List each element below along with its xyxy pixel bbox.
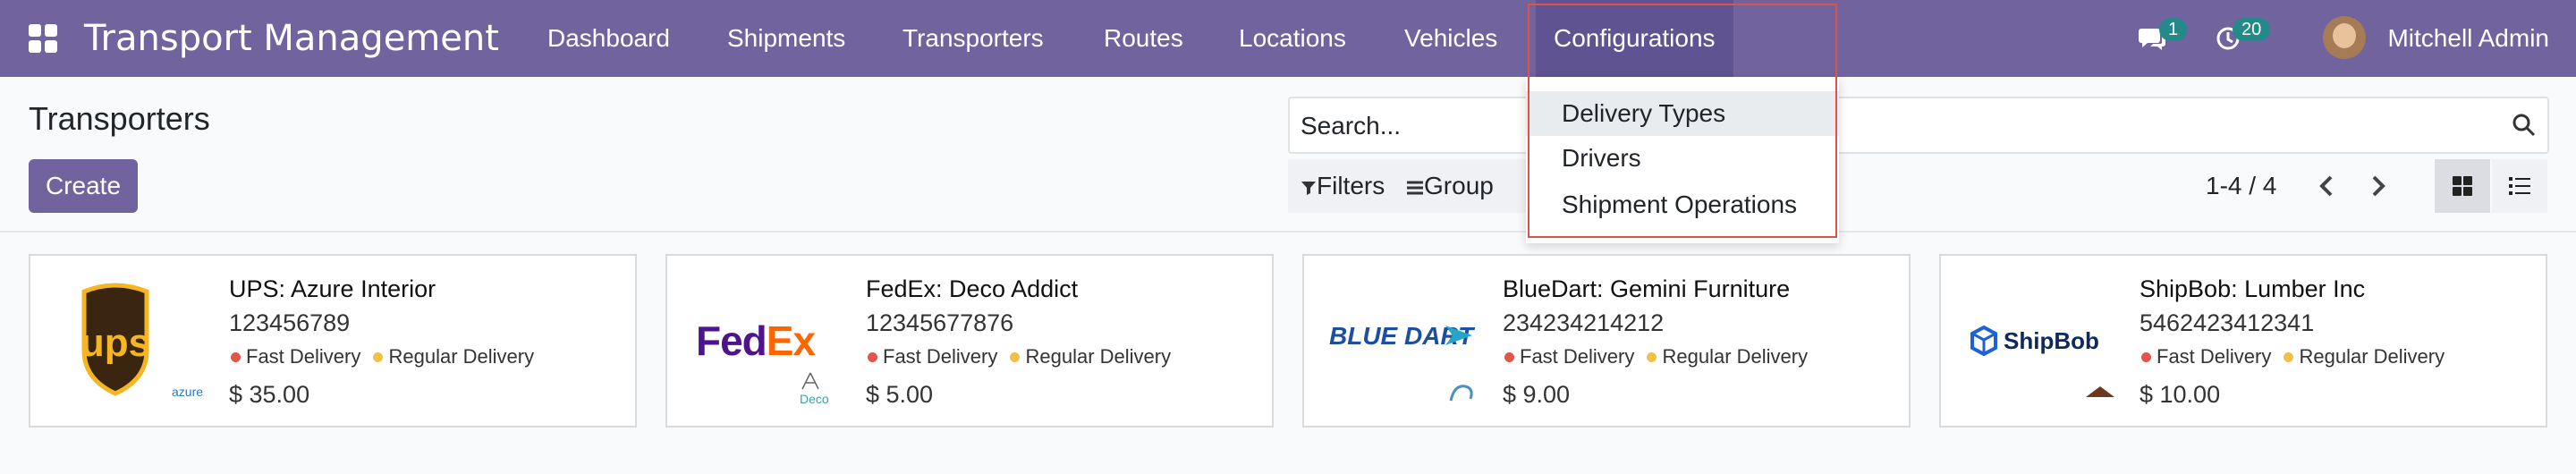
filter-icon xyxy=(1301,182,1316,195)
tag-regular-delivery: Regular Delivery xyxy=(1025,345,1172,368)
search-input[interactable] xyxy=(1299,111,2465,141)
chevron-right-icon[interactable] xyxy=(2361,170,2394,202)
app-brand[interactable]: Transport Management xyxy=(84,0,499,77)
tag-dot xyxy=(2284,351,2294,362)
tag-dot xyxy=(1010,351,1021,362)
arrow-icon xyxy=(1445,326,1472,345)
menu-item-delivery-types[interactable]: Delivery Types xyxy=(1526,91,1839,136)
tag-fast-delivery: Fast Delivery xyxy=(1520,345,1635,368)
tag-dot xyxy=(2141,351,2151,362)
card-tags: Fast Delivery Regular Delivery xyxy=(1503,345,1808,368)
azure-sub-logo: azure xyxy=(172,385,204,399)
fedex-text-fed: Fed xyxy=(696,317,767,364)
fedex-logo: FedEx Deco xyxy=(685,274,837,408)
card-number: 123456789 xyxy=(229,309,351,336)
user-avatar[interactable] xyxy=(2323,16,2366,59)
kanban-icon xyxy=(2453,176,2472,196)
card-tags: Fast Delivery Regular Delivery xyxy=(866,345,1171,368)
shipbob-logo-text: ShipBob xyxy=(2004,327,2099,354)
card-number: 234234214212 xyxy=(1503,309,1665,336)
create-button[interactable]: Create xyxy=(29,159,138,213)
tag-fast-delivery: Fast Delivery xyxy=(2157,345,2272,368)
tag-regular-delivery: Regular Delivery xyxy=(2299,345,2445,368)
menu-dashboard[interactable]: Dashboard xyxy=(530,0,688,77)
tag-dot xyxy=(1504,351,1514,362)
pager-value[interactable]: 1-4 / 4 xyxy=(2206,159,2276,213)
kanban-view-button[interactable] xyxy=(2435,159,2490,213)
search-box xyxy=(1288,97,2549,154)
chevron-left-icon[interactable] xyxy=(2311,170,2343,202)
list-view-icon xyxy=(2509,177,2530,195)
deco-mark-icon xyxy=(801,372,819,390)
tag-dot xyxy=(373,351,384,362)
deco-sub-logo: Deco xyxy=(800,392,829,406)
tag-dot xyxy=(868,351,877,362)
shipbob-cube-icon xyxy=(1970,326,1997,356)
list-icon xyxy=(1407,181,1424,195)
menu-item-drivers[interactable]: Drivers xyxy=(1526,136,1839,181)
transporter-card[interactable]: BLUE DART BlueDart: Gemini Furniture 234… xyxy=(1302,254,1911,427)
messages-button[interactable]: 1 xyxy=(2138,0,2191,77)
fedex-text-ex: Ex xyxy=(766,317,816,364)
apps-menu-icon[interactable] xyxy=(27,22,59,55)
menu-configurations[interactable]: Configurations xyxy=(1536,0,1733,77)
ups-logo: ups azure xyxy=(48,274,204,408)
card-price: $ 35.00 xyxy=(229,381,310,408)
card-name: FedEx: Deco Addict xyxy=(866,275,1079,302)
search-options-bar: Filters Group xyxy=(1288,159,1551,213)
filters-button[interactable]: Filters xyxy=(1301,172,1392,199)
shipbob-logo: ShipBob xyxy=(1959,274,2114,408)
menu-vehicles[interactable]: Vehicles xyxy=(1386,0,1515,77)
card-name: BlueDart: Gemini Furniture xyxy=(1503,275,1791,302)
gemini-mark-icon xyxy=(1449,385,1473,402)
tag-dot xyxy=(1647,351,1657,362)
card-price: $ 5.00 xyxy=(866,381,934,408)
list-view-button[interactable] xyxy=(2492,159,2547,213)
activities-badge: 20 xyxy=(2233,18,2271,41)
menu-transporters[interactable]: Transporters xyxy=(885,0,1062,77)
card-price: $ 10.00 xyxy=(2140,381,2221,408)
search-icon[interactable] xyxy=(2512,113,2537,138)
menu-locations[interactable]: Locations xyxy=(1221,0,1364,77)
top-navbar: Transport Management Dashboard Shipments… xyxy=(0,0,2576,77)
activities-button[interactable]: 20 xyxy=(2215,0,2277,77)
tag-regular-delivery: Regular Delivery xyxy=(388,345,535,368)
configurations-dropdown: Delivery Types Drivers Shipment Operatio… xyxy=(1526,77,1839,243)
menu-item-shipment-operations[interactable]: Shipment Operations xyxy=(1526,182,1839,227)
tag-regular-delivery: Regular Delivery xyxy=(1662,345,1809,368)
menu-routes[interactable]: Routes xyxy=(1086,0,1201,77)
card-tags: Fast Delivery Regular Delivery xyxy=(2140,345,2445,368)
tag-fast-delivery: Fast Delivery xyxy=(246,345,361,368)
menu-shipments[interactable]: Shipments xyxy=(709,0,863,77)
tag-dot xyxy=(231,351,241,362)
transporter-card[interactable]: FedEx Deco FedEx: Deco Addict 1234567787… xyxy=(665,254,1274,427)
card-number: 5462423412341 xyxy=(2140,309,2315,336)
card-name: UPS: Azure Interior xyxy=(229,275,436,302)
page-title: Transporters xyxy=(29,100,210,137)
transporter-card[interactable]: ups azure UPS: Azure Interior 123456789 … xyxy=(29,254,637,427)
bluedart-logo: BLUE DART xyxy=(1322,274,1474,408)
user-menu[interactable]: Mitchell Admin xyxy=(2387,0,2549,77)
tag-fast-delivery: Fast Delivery xyxy=(883,345,998,368)
group-by-label: Group xyxy=(1424,172,1494,199)
ups-logo-text: ups xyxy=(80,321,150,365)
card-name: ShipBob: Lumber Inc xyxy=(2140,275,2366,302)
filters-label: Filters xyxy=(1317,172,1385,199)
lumber-mark-icon xyxy=(2086,386,2114,397)
group-by-button[interactable]: Group xyxy=(1406,172,1494,199)
control-panel-divider xyxy=(0,231,2576,233)
card-number: 12345677876 xyxy=(866,309,1014,336)
messages-badge: 1 xyxy=(2159,18,2188,41)
card-tags: Fast Delivery Regular Delivery xyxy=(229,345,534,368)
card-price: $ 9.00 xyxy=(1503,381,1571,408)
transporter-card[interactable]: ShipBob ShipBob: Lumber Inc 546242341234… xyxy=(1939,254,2547,427)
